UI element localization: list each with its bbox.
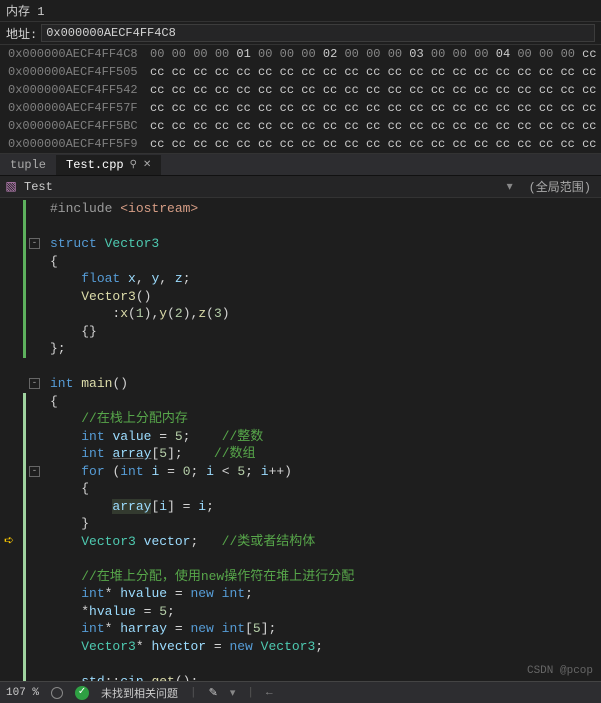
breakpoint-gutter[interactable]: ➪	[0, 198, 22, 688]
zoom-level[interactable]: 107 %	[6, 687, 39, 699]
memory-address-row: 地址:	[0, 22, 601, 45]
memory-bytes: cc cc cc cc cc cc cc cc cc cc cc cc cc c…	[150, 81, 601, 99]
change-bar-segment	[23, 200, 26, 358]
arrow-left-icon[interactable]: ←	[266, 687, 273, 699]
tab-tuple[interactable]: tuple	[0, 155, 56, 175]
memory-address: 0x000000AECF4FF4C8	[0, 45, 150, 63]
status-bar: 107 % ✓ 未找到相关问题 | ✎ ▾ | ←	[0, 681, 601, 703]
fold-toggle[interactable]: -	[29, 378, 40, 389]
close-icon[interactable]: ✕	[143, 159, 151, 171]
no-issues-label: 未找到相关问题	[101, 685, 178, 701]
memory-bytes: cc cc cc cc cc cc cc cc cc cc cc cc cc c…	[150, 117, 601, 135]
nav-scope-current[interactable]: Test	[24, 180, 53, 194]
fold-gutter[interactable]: - - -	[28, 198, 44, 688]
separator: |	[190, 687, 197, 699]
code-nav-bar: ▧ Test ▾ (全局范围)	[0, 176, 601, 198]
memory-address: 0x000000AECF4FF505	[0, 63, 150, 81]
memory-address: 0x000000AECF4FF542	[0, 81, 150, 99]
editor-tab-bar: tuple Test.cpp ⚲ ✕	[0, 154, 601, 176]
nav-scope-global[interactable]: (全局范围)	[523, 178, 597, 195]
separator: |	[247, 687, 254, 699]
address-input[interactable]	[41, 24, 595, 42]
memory-bytes: cc cc cc cc cc cc cc cc cc cc cc cc cc c…	[150, 99, 601, 117]
memory-panel-title: 内存 1	[0, 0, 601, 22]
watermark: CSDN @pcop	[527, 665, 593, 677]
memory-bytes: cc cc cc cc cc cc cc cc cc cc cc cc cc c…	[150, 63, 601, 81]
memory-address: 0x000000AECF4FF5F9	[0, 135, 150, 153]
code-editor[interactable]: ➪ - - - #include <iostream> struct Vector3…	[0, 198, 601, 688]
chevron-down-icon[interactable]: ▾	[230, 686, 236, 700]
fold-toggle[interactable]: -	[29, 238, 40, 249]
pin-icon[interactable]: ⚲	[130, 159, 137, 171]
fold-toggle[interactable]: -	[29, 466, 40, 477]
memory-address: 0x000000AECF4FF5BC	[0, 117, 150, 135]
address-label: 地址:	[6, 25, 37, 42]
tab-label: Test.cpp	[66, 158, 124, 172]
memory-dump: 0x000000AECF4FF4C800 00 00 00 01 00 00 0…	[0, 45, 601, 154]
brush-icon[interactable]: ✎	[209, 686, 218, 700]
code-area[interactable]: #include <iostream> struct Vector3{ floa…	[44, 198, 354, 688]
memory-bytes: cc cc cc cc cc cc cc cc cc cc cc cc cc c…	[150, 135, 601, 153]
tab-test-cpp[interactable]: Test.cpp ⚲ ✕	[56, 155, 161, 175]
chevron-down-icon[interactable]: ▾	[503, 179, 517, 194]
check-icon: ✓	[75, 686, 89, 700]
exec-arrow-icon: ➪	[4, 533, 14, 548]
memory-address: 0x000000AECF4FF57F	[0, 99, 150, 117]
memory-bytes: 00 00 00 00 01 00 00 00 02 00 00 00 03 0…	[150, 45, 601, 63]
struct-icon: ▧	[4, 180, 18, 194]
status-circle-icon[interactable]	[51, 687, 63, 699]
change-bar-segment	[23, 393, 26, 689]
